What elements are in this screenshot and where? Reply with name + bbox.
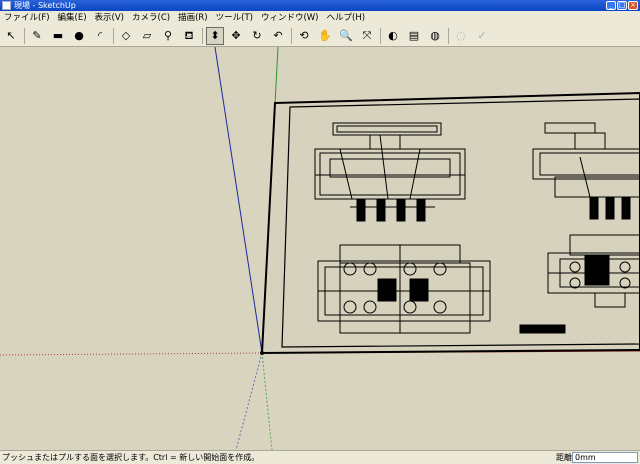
window-controls: _ □ ×: [606, 1, 638, 10]
move-icon[interactable]: ✥: [227, 27, 245, 45]
close-button[interactable]: ×: [628, 1, 638, 10]
drawing-viewport[interactable]: [0, 47, 640, 450]
eraser2-icon[interactable]: ▱: [138, 27, 156, 45]
blue-axis-dashed: [235, 352, 263, 450]
minimize-button[interactable]: _: [606, 1, 616, 10]
select-arrow-icon[interactable]: ↖: [2, 27, 20, 45]
pencil-icon[interactable]: ✎: [28, 27, 46, 45]
blue-axis: [214, 47, 263, 354]
circle-icon[interactable]: ●: [70, 27, 88, 45]
component-icon[interactable]: ◌: [452, 27, 470, 45]
arc-icon[interactable]: ◜: [91, 27, 109, 45]
rotate-icon[interactable]: ↻: [248, 27, 266, 45]
measurements-input[interactable]: 0mm: [572, 452, 638, 463]
disabled-tool-icon[interactable]: ✓: [473, 27, 491, 45]
share-model-icon[interactable]: ▤: [405, 27, 423, 45]
toolbar-separator: [202, 27, 203, 44]
menu-window[interactable]: ウィンドウ(W): [257, 11, 323, 25]
menu-edit[interactable]: 編集(E): [54, 11, 91, 25]
menu-draw[interactable]: 描画(R): [174, 11, 212, 25]
green-axis-dashed: [261, 352, 273, 450]
zoom-icon[interactable]: 🔍: [337, 27, 355, 45]
toolbar-separator: [113, 27, 114, 44]
orbit-icon[interactable]: ⟲: [295, 27, 313, 45]
menu-camera[interactable]: カメラ(C): [128, 11, 174, 25]
status-bar: プッシュまたはプルする面を選択します。Ctrl = 新しい開始面を作成。 距離 …: [0, 450, 640, 464]
maximize-button[interactable]: □: [617, 1, 627, 10]
title-bar: 現場 - SketchUp _ □ ×: [0, 0, 640, 11]
status-hint: プッシュまたはプルする面を選択します。Ctrl = 新しい開始面を作成。: [2, 453, 260, 462]
toolbar-separator: [448, 27, 449, 44]
menu-help[interactable]: ヘルプ(H): [323, 11, 370, 25]
measurements-label: 距離: [556, 453, 572, 462]
sketchup-app-icon: [2, 1, 11, 10]
toolbar-separator: [291, 27, 292, 44]
menu-view[interactable]: 表示(V): [91, 11, 128, 25]
zoom-extents-icon[interactable]: ⤧: [358, 27, 376, 45]
model-origin: [260, 351, 264, 355]
push-pull-icon[interactable]: ⬍: [206, 26, 224, 45]
tape-measure-icon[interactable]: ⚲: [159, 27, 177, 45]
get-models-icon[interactable]: ◐: [384, 27, 402, 45]
toolbar-separator: [24, 27, 25, 44]
menu-bar: ファイル(F) 編集(E) 表示(V) カメラ(C) 描画(R) ツール(T) …: [0, 11, 640, 26]
model-canvas[interactable]: [0, 47, 640, 450]
rectangle-icon[interactable]: ▬: [49, 27, 67, 45]
paint-bucket-icon[interactable]: ⛾: [180, 27, 198, 45]
window-title: 現場 - SketchUp: [14, 1, 76, 10]
menu-file[interactable]: ファイル(F): [0, 11, 54, 25]
follow-me-icon[interactable]: ↶: [269, 27, 287, 45]
toolbar-separator: [380, 27, 381, 44]
menu-tools[interactable]: ツール(T): [212, 11, 257, 25]
red-axis-dashed: [0, 352, 263, 356]
google-earth-icon[interactable]: ◍: [426, 27, 444, 45]
eraser-icon[interactable]: ◇: [117, 27, 135, 45]
drawing-sheet[interactable]: [260, 91, 640, 355]
pan-hand-icon[interactable]: ✋: [316, 27, 334, 45]
main-toolbar: ↖ ✎ ▬ ● ◜ ◇ ▱ ⚲ ⛾ ⬍ ✥ ↻ ↶ ⟲ ✋ 🔍 ⤧ ◐ ▤ ◍ ◌ ✓: [0, 25, 640, 47]
